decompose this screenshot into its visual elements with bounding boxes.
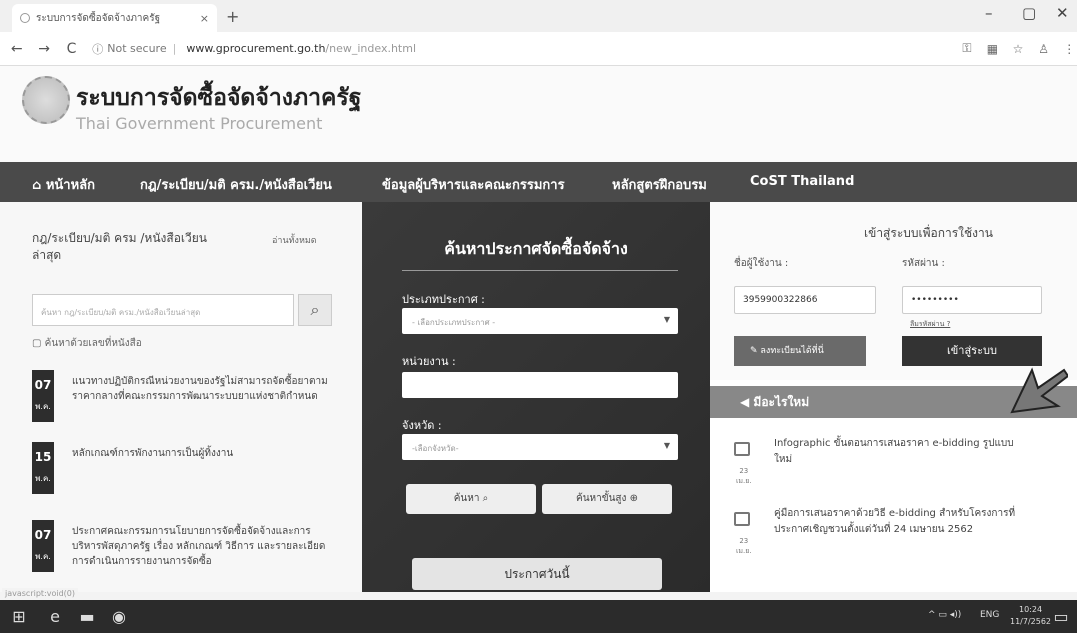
star-icon[interactable]: ☆ bbox=[1010, 42, 1026, 56]
notification-icon[interactable]: ▭ bbox=[1050, 606, 1072, 628]
zoom-in-icon: ⊕ bbox=[629, 493, 638, 504]
url-path: /new_index.html bbox=[325, 42, 417, 55]
province-select[interactable]: -เลือกจังหวัด- ▼ bbox=[402, 434, 678, 460]
item-text[interactable]: คู่มือการเสนอราคาด้วยวิธี e-bidding สำหร… bbox=[774, 506, 1024, 538]
edge-browser-icon[interactable]: e bbox=[44, 606, 66, 628]
nav-executives[interactable]: ข้อมูลผู้บริหารและคณะกรรมการ bbox=[382, 174, 565, 195]
status-url: javascript:void(0) bbox=[2, 588, 79, 599]
clock[interactable]: 10:24 11/7/2562 bbox=[1010, 604, 1051, 628]
site-title[interactable]: ระบบการจัดซื้อจัดจ้างภาครัฐ bbox=[76, 80, 361, 116]
password-label: รหัสผ่าน : bbox=[902, 258, 945, 269]
whats-new-item[interactable]: 23 เม.ย. คู่มือการเสนอราคาด้วยวิธี e-bidd… bbox=[734, 506, 1054, 576]
home-icon: ⌂ bbox=[32, 178, 46, 193]
item-date: 23 เม.ย. bbox=[736, 467, 752, 485]
back-arrow-icon[interactable]: ← bbox=[6, 41, 27, 57]
province-label: จังหวัด : bbox=[402, 419, 442, 432]
read-all-link[interactable]: อ่านทั้งหมด bbox=[272, 233, 317, 247]
news-text[interactable]: แนวทางปฏิบัติกรณีหน่วยงานของรัฐไม่สามารถ… bbox=[72, 374, 334, 404]
search-panel-title: ค้นหาประกาศจัดซื้อจัดจ้าง bbox=[444, 239, 628, 258]
garuda-emblem-icon[interactable] bbox=[22, 76, 70, 124]
item-date: 23 เม.ย. bbox=[736, 537, 752, 555]
close-window-button[interactable]: ✕ bbox=[1056, 4, 1069, 22]
site-subtitle: Thai Government Procurement bbox=[76, 114, 323, 133]
right-panel: เข้าสู่ระบบเพื่อการใช้งาน ชื่อผู้ใช้งาน … bbox=[710, 202, 1077, 592]
nav-training[interactable]: หลักสูตรฝึกอบรม bbox=[612, 174, 707, 195]
tab-close-icon[interactable]: × bbox=[200, 12, 209, 25]
favicon-icon bbox=[20, 13, 30, 23]
whats-new-item[interactable]: 23 เม.ย. Infographic ขั้นตอนการเสนอราคา e… bbox=[734, 436, 1054, 506]
news-item[interactable]: 15 พ.ค. หลักเกณฑ์การพักงานการเป็นผู้ทิ้งง… bbox=[32, 442, 332, 502]
tab-title: ระบบการจัดซื้อจัดจ้างภาครัฐ bbox=[36, 12, 161, 24]
minimize-button[interactable]: – bbox=[985, 4, 993, 22]
login-panel: เข้าสู่ระบบเพื่อการใช้งาน ชื่อผู้ใช้งาน … bbox=[710, 202, 1077, 380]
search-icon[interactable]: ⌕ bbox=[298, 294, 332, 326]
browser-tab-bar: ระบบการจัดซื้อจัดจ้างภาครัฐ × + – ▢ ✕ bbox=[0, 0, 1077, 32]
chevron-down-icon: ▼ bbox=[663, 315, 670, 324]
chrome-icon[interactable]: ◉ bbox=[108, 606, 130, 628]
account-icon[interactable]: ♙ bbox=[1036, 42, 1052, 56]
reload-icon[interactable]: C bbox=[61, 41, 82, 57]
image-icon bbox=[734, 442, 750, 456]
search-by-number-checkbox[interactable]: ▢ ค้นหาด้วยเลขที่หนังสือ bbox=[32, 336, 142, 351]
windows-start-icon[interactable]: ⊞ bbox=[8, 606, 30, 628]
main-navigation: ⌂ หน้าหลัก กฎ/ระเบียบ/มติ ครม./หนังสือเว… bbox=[0, 162, 1077, 202]
news-date: 15 พ.ค. bbox=[32, 442, 54, 494]
search-icon: ⌕ bbox=[482, 493, 489, 504]
megaphone-icon: ◀ bbox=[740, 395, 754, 409]
regulations-title: กฎ/ระเบียบ/มติ ครม /หนังสือเวียน ล่าสุด bbox=[32, 231, 208, 262]
item-text[interactable]: Infographic ขั้นตอนการเสนอราคา e-bidding… bbox=[774, 436, 1024, 468]
forward-arrow-icon[interactable]: → bbox=[33, 41, 54, 57]
agency-label: หน่วยงาน : bbox=[402, 355, 456, 368]
chevron-down-icon: ▼ bbox=[663, 441, 670, 450]
username-input[interactable]: 3959900322866 bbox=[734, 286, 876, 314]
pointer-arrow-icon bbox=[1010, 367, 1068, 414]
address-bar[interactable]: ⓘ Not secure | www.gprocurement.go.th/ne… bbox=[92, 37, 949, 61]
key-icon[interactable]: ⚿ bbox=[959, 41, 975, 56]
news-text[interactable]: หลักเกณฑ์การพักงานการเป็นผู้ทิ้งงาน bbox=[72, 446, 334, 461]
username-label: ชื่อผู้ใช้งาน : bbox=[734, 258, 789, 269]
language-indicator[interactable]: ENG bbox=[980, 610, 999, 620]
today-announcements-button[interactable]: ประกาศวันนี้ bbox=[412, 558, 662, 590]
announcement-type-label: ประเภทประกาศ : bbox=[402, 293, 485, 306]
login-title: เข้าสู่ระบบเพื่อการใช้งาน bbox=[864, 226, 993, 240]
news-text[interactable]: ประกาศคณะกรรมการนโยบายการจัดซื้อจัดจ้างแ… bbox=[72, 524, 334, 569]
announcement-type-select[interactable]: - เลือกประเภทประกาศ - ▼ bbox=[402, 308, 678, 334]
browser-tab[interactable]: ระบบการจัดซื้อจัดจ้างภาครัฐ × bbox=[12, 4, 217, 32]
news-date: 07 พ.ค. bbox=[32, 370, 54, 422]
nav-laws[interactable]: กฎ/ระเบียบ/มติ ครม./หนังสือเวียน bbox=[140, 174, 332, 195]
news-item[interactable]: 07 พ.ค. ประกาศคณะกรรมการนโยบายการจัดซื้อจ… bbox=[32, 520, 332, 580]
file-explorer-icon[interactable]: ▬ bbox=[76, 606, 98, 628]
regulation-search-input[interactable]: ค้นหา กฎ/ระเบียบ/มติ ครม./หนังสือเวียนล่… bbox=[32, 294, 294, 326]
translate-icon[interactable]: ▦ bbox=[985, 42, 1001, 56]
tray-icons[interactable]: ^ ▭ ◂)) bbox=[928, 610, 961, 620]
divider bbox=[402, 270, 678, 271]
site-header: ระบบการจัดซื้อจัดจ้างภาครัฐ Thai Governm… bbox=[0, 66, 1077, 162]
procurement-search-panel: ค้นหาประกาศจัดซื้อจัดจ้าง ประเภทประกาศ :… bbox=[362, 202, 710, 592]
new-tab-button[interactable]: + bbox=[226, 7, 239, 26]
nav-cost-thailand[interactable]: CoST Thailand bbox=[750, 174, 854, 189]
forgot-password-link[interactable]: ลืมรหัสผ่าน ? bbox=[910, 319, 950, 330]
menu-icon[interactable]: ⋮ bbox=[1061, 42, 1077, 56]
news-item[interactable]: 07 พ.ค. แนวทางปฏิบัติกรณีหน่วยงานของรัฐไม… bbox=[32, 370, 332, 430]
password-input[interactable]: ••••••••• bbox=[902, 286, 1042, 314]
url-host: www.gprocurement.go.th bbox=[186, 42, 326, 55]
edit-icon: ✎ bbox=[750, 346, 761, 356]
maximize-button[interactable]: ▢ bbox=[1022, 4, 1036, 22]
advanced-search-button[interactable]: ค้นหาขั้นสูง ⊕ bbox=[542, 484, 672, 514]
taskbar: ⊞ e ▬ ◉ ^ ▭ ◂)) ENG 10:24 11/7/2562 ▭ bbox=[0, 600, 1077, 633]
info-icon[interactable]: ⓘ bbox=[92, 41, 103, 57]
security-label: Not secure bbox=[107, 42, 167, 55]
search-button[interactable]: ค้นหา ⌕ bbox=[406, 484, 536, 514]
register-button[interactable]: ✎ ลงทะเบียนได้ที่นี่ bbox=[734, 336, 866, 366]
nav-home[interactable]: ⌂ หน้าหลัก bbox=[32, 174, 95, 195]
browser-toolbar: ← → C ⓘ Not secure | www.gprocurement.go… bbox=[0, 32, 1077, 66]
agency-input[interactable] bbox=[402, 372, 678, 398]
latest-regulations-panel: กฎ/ระเบียบ/มติ ครม /หนังสือเวียน ล่าสุด … bbox=[0, 202, 362, 592]
news-date: 07 พ.ค. bbox=[32, 520, 54, 572]
book-icon bbox=[734, 512, 750, 526]
